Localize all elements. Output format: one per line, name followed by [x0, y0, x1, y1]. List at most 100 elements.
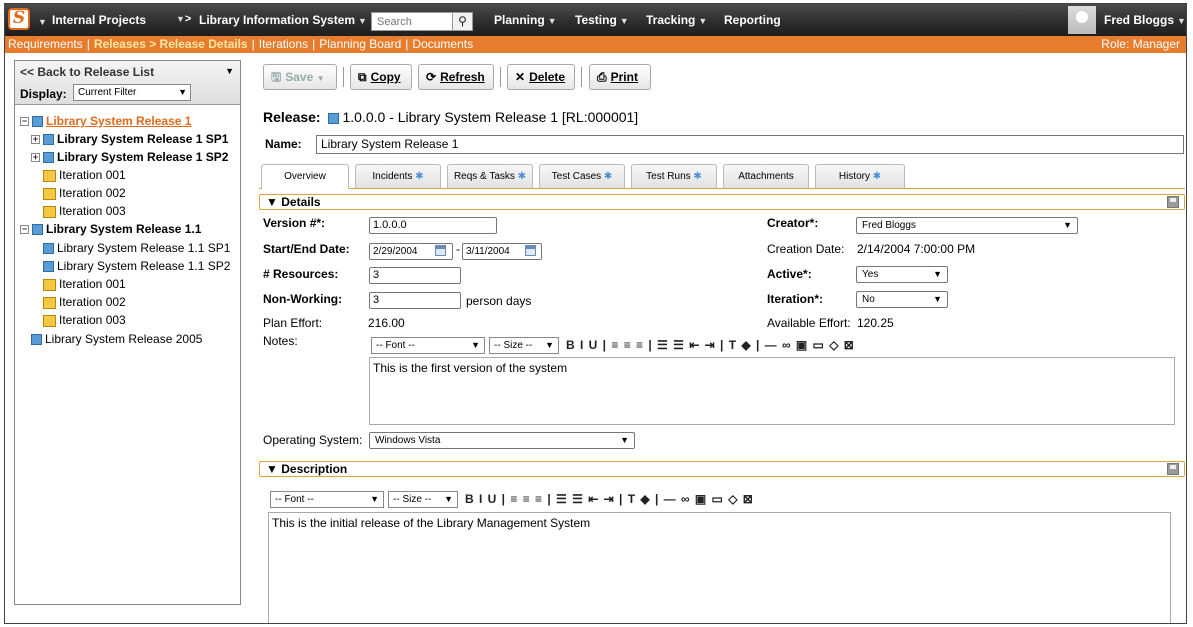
- user-menu[interactable]: Fred Bloggs ▼: [1104, 13, 1186, 27]
- menu-planning[interactable]: Planning ▼: [494, 13, 557, 27]
- save-icon[interactable]: [1167, 463, 1179, 475]
- subnav-requirements[interactable]: Requirements: [8, 37, 83, 51]
- active-select[interactable]: Yes ▼: [856, 266, 948, 283]
- iteration-icon: [43, 169, 56, 182]
- refresh-icon: ⟳: [426, 70, 437, 84]
- tree-item-release[interactable]: Library System Release 1.1 SP1: [41, 240, 230, 256]
- tree-item-iteration[interactable]: Iteration 002: [43, 294, 126, 310]
- subnav-documents[interactable]: Documents: [412, 37, 473, 51]
- tab-indicator-icon: ✱: [603, 171, 613, 182]
- chevron-down-icon: ▼: [1063, 220, 1072, 230]
- tree-item-iteration[interactable]: Iteration 003: [43, 203, 126, 219]
- notes-textarea[interactable]: This is the first version of the system: [369, 357, 1175, 425]
- menu-testing[interactable]: Testing ▼: [575, 13, 629, 27]
- version-field[interactable]: 1.0.0.0: [369, 217, 497, 234]
- calendar-icon[interactable]: [525, 245, 536, 256]
- save-icon[interactable]: [1167, 196, 1179, 208]
- available-effort-value: 120.25: [857, 316, 894, 330]
- back-to-release-list-link[interactable]: << Back to Release List: [20, 65, 154, 79]
- project-label: Library Information System: [199, 13, 356, 27]
- resources-field[interactable]: 3: [369, 267, 461, 284]
- tab-test-runs[interactable]: Test Runs ✱: [631, 164, 717, 188]
- tree-item-iteration[interactable]: Iteration 001: [43, 167, 126, 183]
- menu-reporting[interactable]: Reporting: [724, 13, 781, 27]
- tab-history[interactable]: History ✱: [815, 164, 905, 188]
- tab-test-cases[interactable]: Test Cases ✱: [539, 164, 625, 188]
- chevron-down-icon: ▼: [471, 340, 480, 350]
- refresh-button[interactable]: ⟳ Refresh: [418, 64, 494, 90]
- tree-item-iteration[interactable]: Iteration 003: [43, 312, 126, 328]
- description-textarea[interactable]: This is the initial release of the Libra…: [268, 512, 1171, 623]
- creator-select[interactable]: Fred Bloggs ▼: [856, 217, 1078, 234]
- copy-button[interactable]: ⧉ Copy: [350, 64, 412, 90]
- operating-system-select[interactable]: Windows Vista ▼: [369, 432, 635, 449]
- release-icon: [41, 241, 54, 255]
- tab-overview[interactable]: Overview: [261, 164, 349, 189]
- release-icon: [41, 259, 54, 273]
- iteration-icon: [43, 296, 56, 309]
- tab-incidents[interactable]: Incidents ✱: [355, 164, 441, 188]
- save-button[interactable]: 🖫 Save ▼: [263, 64, 337, 90]
- tree-item-release[interactable]: + Library System Release 1 SP1: [31, 131, 228, 147]
- collapse-icon[interactable]: −: [20, 225, 29, 235]
- release-tree-panel: << Back to Release List ▼ Display: Curre…: [14, 60, 241, 605]
- subnav-iterations[interactable]: Iterations: [259, 37, 308, 51]
- active-label: Active*:: [767, 267, 812, 281]
- end-date-field[interactable]: 3/11/2004: [462, 243, 542, 260]
- release-icon: [30, 114, 43, 128]
- save-icon: 🖫: [271, 70, 282, 84]
- font-select[interactable]: -- Font -- ▼: [371, 337, 485, 354]
- subnav-planning-board[interactable]: Planning Board: [319, 37, 401, 51]
- menu-tracking[interactable]: Tracking ▼: [646, 13, 707, 27]
- formatting-tools[interactable]: B I U | ≡ ≡ ≡ | ☰ ☰ ⇤ ⇥ | T ◆ | — ∞ ▣ ▭ …: [566, 338, 855, 352]
- chevron-down-icon: ▼: [370, 494, 379, 504]
- calendar-icon[interactable]: [435, 245, 446, 256]
- breadcrumb-arrow-icon: ▼>: [176, 13, 192, 25]
- logo-menu-chevron-icon[interactable]: ▼: [35, 14, 47, 28]
- name-label: Name:: [265, 137, 302, 151]
- tab-indicator-icon: ✱: [872, 171, 882, 182]
- expand-icon[interactable]: +: [31, 153, 40, 163]
- iteration-icon: [43, 314, 56, 327]
- tree-item-iteration[interactable]: Iteration 001: [43, 276, 126, 292]
- size-select[interactable]: -- Size -- ▼: [489, 337, 559, 354]
- display-filter-select[interactable]: Current Filter ▼: [73, 84, 191, 101]
- chevron-down-icon: ▼: [178, 87, 187, 97]
- collapse-triangle-icon: ▼: [266, 195, 278, 209]
- name-field[interactable]: Library System Release 1: [316, 135, 1184, 154]
- tree-item-release[interactable]: + Library System Release 1 SP2: [31, 149, 228, 165]
- collapse-icon[interactable]: −: [20, 117, 29, 127]
- print-button[interactable]: ⎙ Print: [589, 64, 651, 90]
- search-icon[interactable]: ⚲: [452, 13, 472, 30]
- project-group-menu[interactable]: Internal Projects: [52, 13, 146, 27]
- tree-item-release[interactable]: Library System Release 1.1 SP2: [41, 258, 230, 274]
- tab-reqs-tasks[interactable]: Reqs & Tasks ✱: [447, 164, 533, 188]
- panel-collapse-icon[interactable]: ▼: [225, 66, 234, 76]
- formatting-tools[interactable]: B I U | ≡ ≡ ≡ | ☰ ☰ ⇤ ⇥ | T ◆ | — ∞ ▣ ▭ …: [465, 492, 754, 506]
- user-avatar[interactable]: [1068, 6, 1096, 34]
- tree-item-release[interactable]: − Library System Release 1.1: [20, 221, 201, 237]
- font-select[interactable]: -- Font -- ▼: [270, 491, 384, 508]
- operating-system-label: Operating System:: [263, 433, 363, 447]
- collapse-triangle-icon: ▼: [266, 462, 278, 476]
- tree-item-release[interactable]: Library System Release 2005: [29, 331, 202, 347]
- spira-logo-icon[interactable]: S: [8, 8, 30, 30]
- subnav-releases[interactable]: Releases > Release Details: [94, 37, 248, 51]
- tab-bar: Overview Incidents ✱ Reqs & Tasks ✱ Test…: [259, 164, 1186, 189]
- delete-button[interactable]: ✕ Delete: [507, 64, 575, 90]
- project-menu[interactable]: Library Information System ▼: [199, 13, 367, 27]
- tree-item-iteration[interactable]: Iteration 002: [43, 185, 126, 201]
- iteration-select[interactable]: No ▼: [856, 291, 948, 308]
- tab-attachments[interactable]: Attachments: [723, 164, 809, 188]
- chevron-down-icon: ▼: [316, 74, 325, 83]
- search-input[interactable]: [372, 13, 452, 30]
- tree-item-release[interactable]: − Library System Release 1: [20, 113, 191, 129]
- size-select[interactable]: -- Size -- ▼: [388, 491, 458, 508]
- non-working-field[interactable]: 3: [369, 292, 461, 309]
- description-section-header[interactable]: ▼ Description: [259, 461, 1185, 477]
- tab-indicator-icon: ✱: [693, 171, 702, 182]
- details-section-header[interactable]: ▼ Details: [259, 194, 1185, 210]
- expand-icon[interactable]: +: [31, 135, 40, 145]
- start-date-field[interactable]: 2/29/2004: [369, 243, 453, 260]
- release-icon: [30, 222, 43, 236]
